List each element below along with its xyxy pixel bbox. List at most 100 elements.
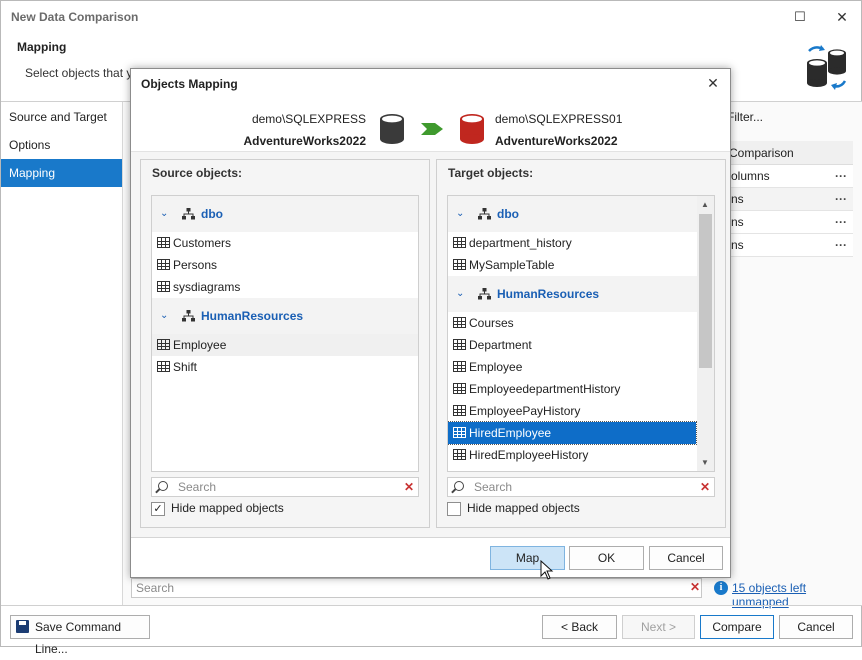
nav-item-source-and-target[interactable]: Source and Target [1,103,122,131]
mapping-search-input[interactable]: Search [131,578,702,598]
target-objects-list: ⌄ dbo department_history MySampleTable ⌄… [447,195,715,472]
list-item[interactable]: EmployeePayHistory [448,400,697,422]
schema-icon [478,208,491,220]
more-icon[interactable]: ··· [835,234,847,257]
close-icon[interactable]: ✕ [831,7,853,27]
scroll-up-icon[interactable]: ▲ [701,200,709,209]
mouse-cursor-icon [540,560,554,580]
table-icon [157,259,170,270]
chevron-down-icon[interactable]: ⌄ [456,196,464,232]
chevron-down-icon[interactable]: ⌄ [160,196,168,232]
clear-search-icon[interactable]: ✕ [404,479,414,495]
more-icon[interactable]: ··· [835,188,847,211]
target-objects-panel: Target objects: ⌄ dbo department_history… [436,159,726,528]
list-item[interactable]: MySampleTable [448,254,697,276]
scroll-down-icon[interactable]: ▼ [701,458,709,467]
comparison-row[interactable]: ns ··· [719,211,853,234]
table-icon [453,237,466,248]
more-icon[interactable]: ··· [835,211,847,234]
save-icon [16,620,29,633]
list-item[interactable]: Persons [152,254,418,276]
maximize-icon[interactable]: ☐ [789,7,811,27]
schema-icon [478,288,491,300]
schema-group-humanresources[interactable]: ⌄ HumanResources [152,298,418,334]
table-icon [453,259,466,270]
arrow-right-icon [421,123,443,135]
cancel-button[interactable]: Cancel [779,615,853,639]
hide-mapped-checkbox[interactable]: ✓ [151,502,165,516]
table-icon [157,339,170,350]
source-objects-title: Source objects: [152,166,243,180]
schema-icon [182,310,195,322]
source-objects-list: ⌄ dbo Customers Persons sysdiagrams ⌄ Hu… [151,195,419,472]
hide-mapped-label: Hide mapped objects [467,501,580,515]
save-command-line-button[interactable]: Save Command Line... [10,615,150,656]
close-icon[interactable]: ✕ [703,73,723,93]
comparison-row[interactable]: olumns ··· [719,165,853,188]
list-item[interactable]: HiredEmployeeHistory [448,444,697,466]
source-objects-panel: Source objects: ⌄ dbo Customers Persons … [140,159,430,528]
ok-button[interactable]: OK [569,546,644,570]
schema-label: HumanResources [201,309,304,323]
target-database-name: AdventureWorks2022 [495,134,618,148]
cancel-button[interactable]: Cancel [649,546,723,570]
nav-item-mapping[interactable]: Mapping [1,159,122,187]
list-item-selected[interactable]: HiredEmployee [448,421,697,445]
table-icon [453,317,466,328]
target-search-input[interactable]: Search ✕ [447,477,715,497]
chevron-down-icon[interactable]: ⌄ [160,298,168,334]
schema-group-humanresources[interactable]: ⌄ HumanResources [448,276,697,312]
search-icon [158,481,168,491]
source-search-input[interactable]: Search ✕ [151,477,419,497]
list-item[interactable]: Employee [448,356,697,378]
window-title: New Data Comparison [11,10,139,24]
scrollbar-thumb[interactable] [699,214,712,368]
objects-mapping-dialog: Objects Mapping ✕ demo\SQLEXPRESS Advent… [130,68,731,578]
comparison-row[interactable]: ns ··· [719,234,853,257]
table-icon [453,449,466,460]
hide-mapped-checkbox[interactable] [447,502,461,516]
more-icon[interactable]: ··· [835,165,847,188]
back-button[interactable]: < Back [542,615,617,639]
schema-group-dbo[interactable]: ⌄ dbo [152,196,418,232]
list-item[interactable]: EmployeedepartmentHistory [448,378,697,400]
target-objects-title: Target objects: [448,166,534,180]
next-button[interactable]: Next > [622,615,695,639]
list-item[interactable]: Shift [152,356,418,378]
hide-mapped-label: Hide mapped objects [171,501,284,515]
footer-divider [1,605,862,606]
wizard-nav: Source and Target Options Mapping [1,102,123,605]
schema-label: HumanResources [497,287,600,301]
target-server-name: demo\SQLEXPRESS01 [495,112,623,126]
source-database-icon [380,114,404,144]
comparison-row[interactable]: ns ··· [719,188,853,211]
list-item[interactable]: Courses [448,312,697,334]
table-icon [453,339,466,350]
table-icon [453,405,466,416]
schema-group-dbo[interactable]: ⌄ dbo [448,196,697,232]
info-icon: i [714,581,728,595]
database-sync-icon [807,45,847,90]
list-item[interactable]: Department [448,334,697,356]
list-item[interactable]: Customers [152,232,418,254]
page-description: Select objects that yo [25,66,140,80]
source-database-name: AdventureWorks2022 [243,134,367,148]
vertical-scrollbar[interactable]: ▲ ▼ [697,196,714,471]
nav-item-options[interactable]: Options [1,131,122,159]
list-item[interactable]: department_history [448,232,697,254]
table-icon [157,237,170,248]
dialog-footer-divider [131,537,730,538]
schema-label: dbo [497,207,519,221]
list-item[interactable]: sysdiagrams [152,276,418,298]
filter-link[interactable]: Filter... [727,110,763,124]
target-database-icon [460,114,484,144]
table-icon [157,361,170,372]
table-icon [157,281,170,292]
dialog-title: Objects Mapping [141,77,238,91]
table-icon [453,383,466,394]
compare-button[interactable]: Compare [700,615,774,639]
chevron-down-icon[interactable]: ⌄ [456,276,464,312]
list-item[interactable]: Employee [152,334,418,356]
clear-search-icon[interactable]: ✕ [700,479,710,495]
clear-search-icon[interactable]: ✕ [690,580,700,594]
